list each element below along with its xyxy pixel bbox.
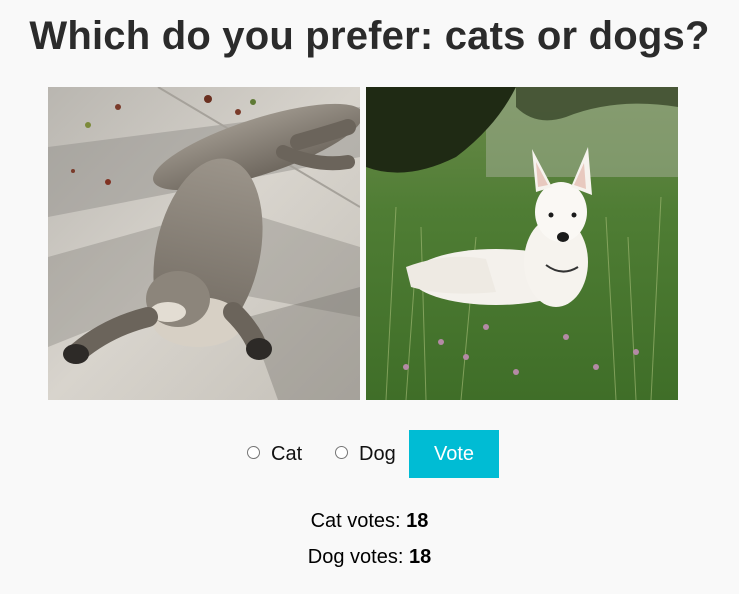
vote-button[interactable]: Vote [409, 430, 499, 478]
cat-votes-label: Cat votes: [310, 510, 401, 532]
dog-votes-row: Dog votes: 18 [0, 539, 739, 575]
dog-option-label[interactable]: Dog [359, 443, 396, 465]
photo-gallery [48, 87, 678, 400]
dog-radio[interactable] [335, 446, 348, 459]
vote-results: Cat votes: 18 Dog votes: 18 [0, 503, 739, 575]
cat-option-label[interactable]: Cat [271, 443, 302, 465]
cat-radio[interactable] [247, 446, 260, 459]
cat-votes-row: Cat votes: 18 [0, 503, 739, 539]
dog-photo [366, 87, 678, 400]
vote-form: Cat Dog Vote [0, 430, 739, 478]
cat-photo [48, 87, 360, 400]
dog-votes-label: Dog votes: [307, 546, 404, 568]
dog-votes-count: 18 [408, 546, 432, 568]
page-title: Which do you prefer: cats or dogs? [29, 14, 710, 58]
cat-votes-count: 18 [406, 510, 429, 532]
